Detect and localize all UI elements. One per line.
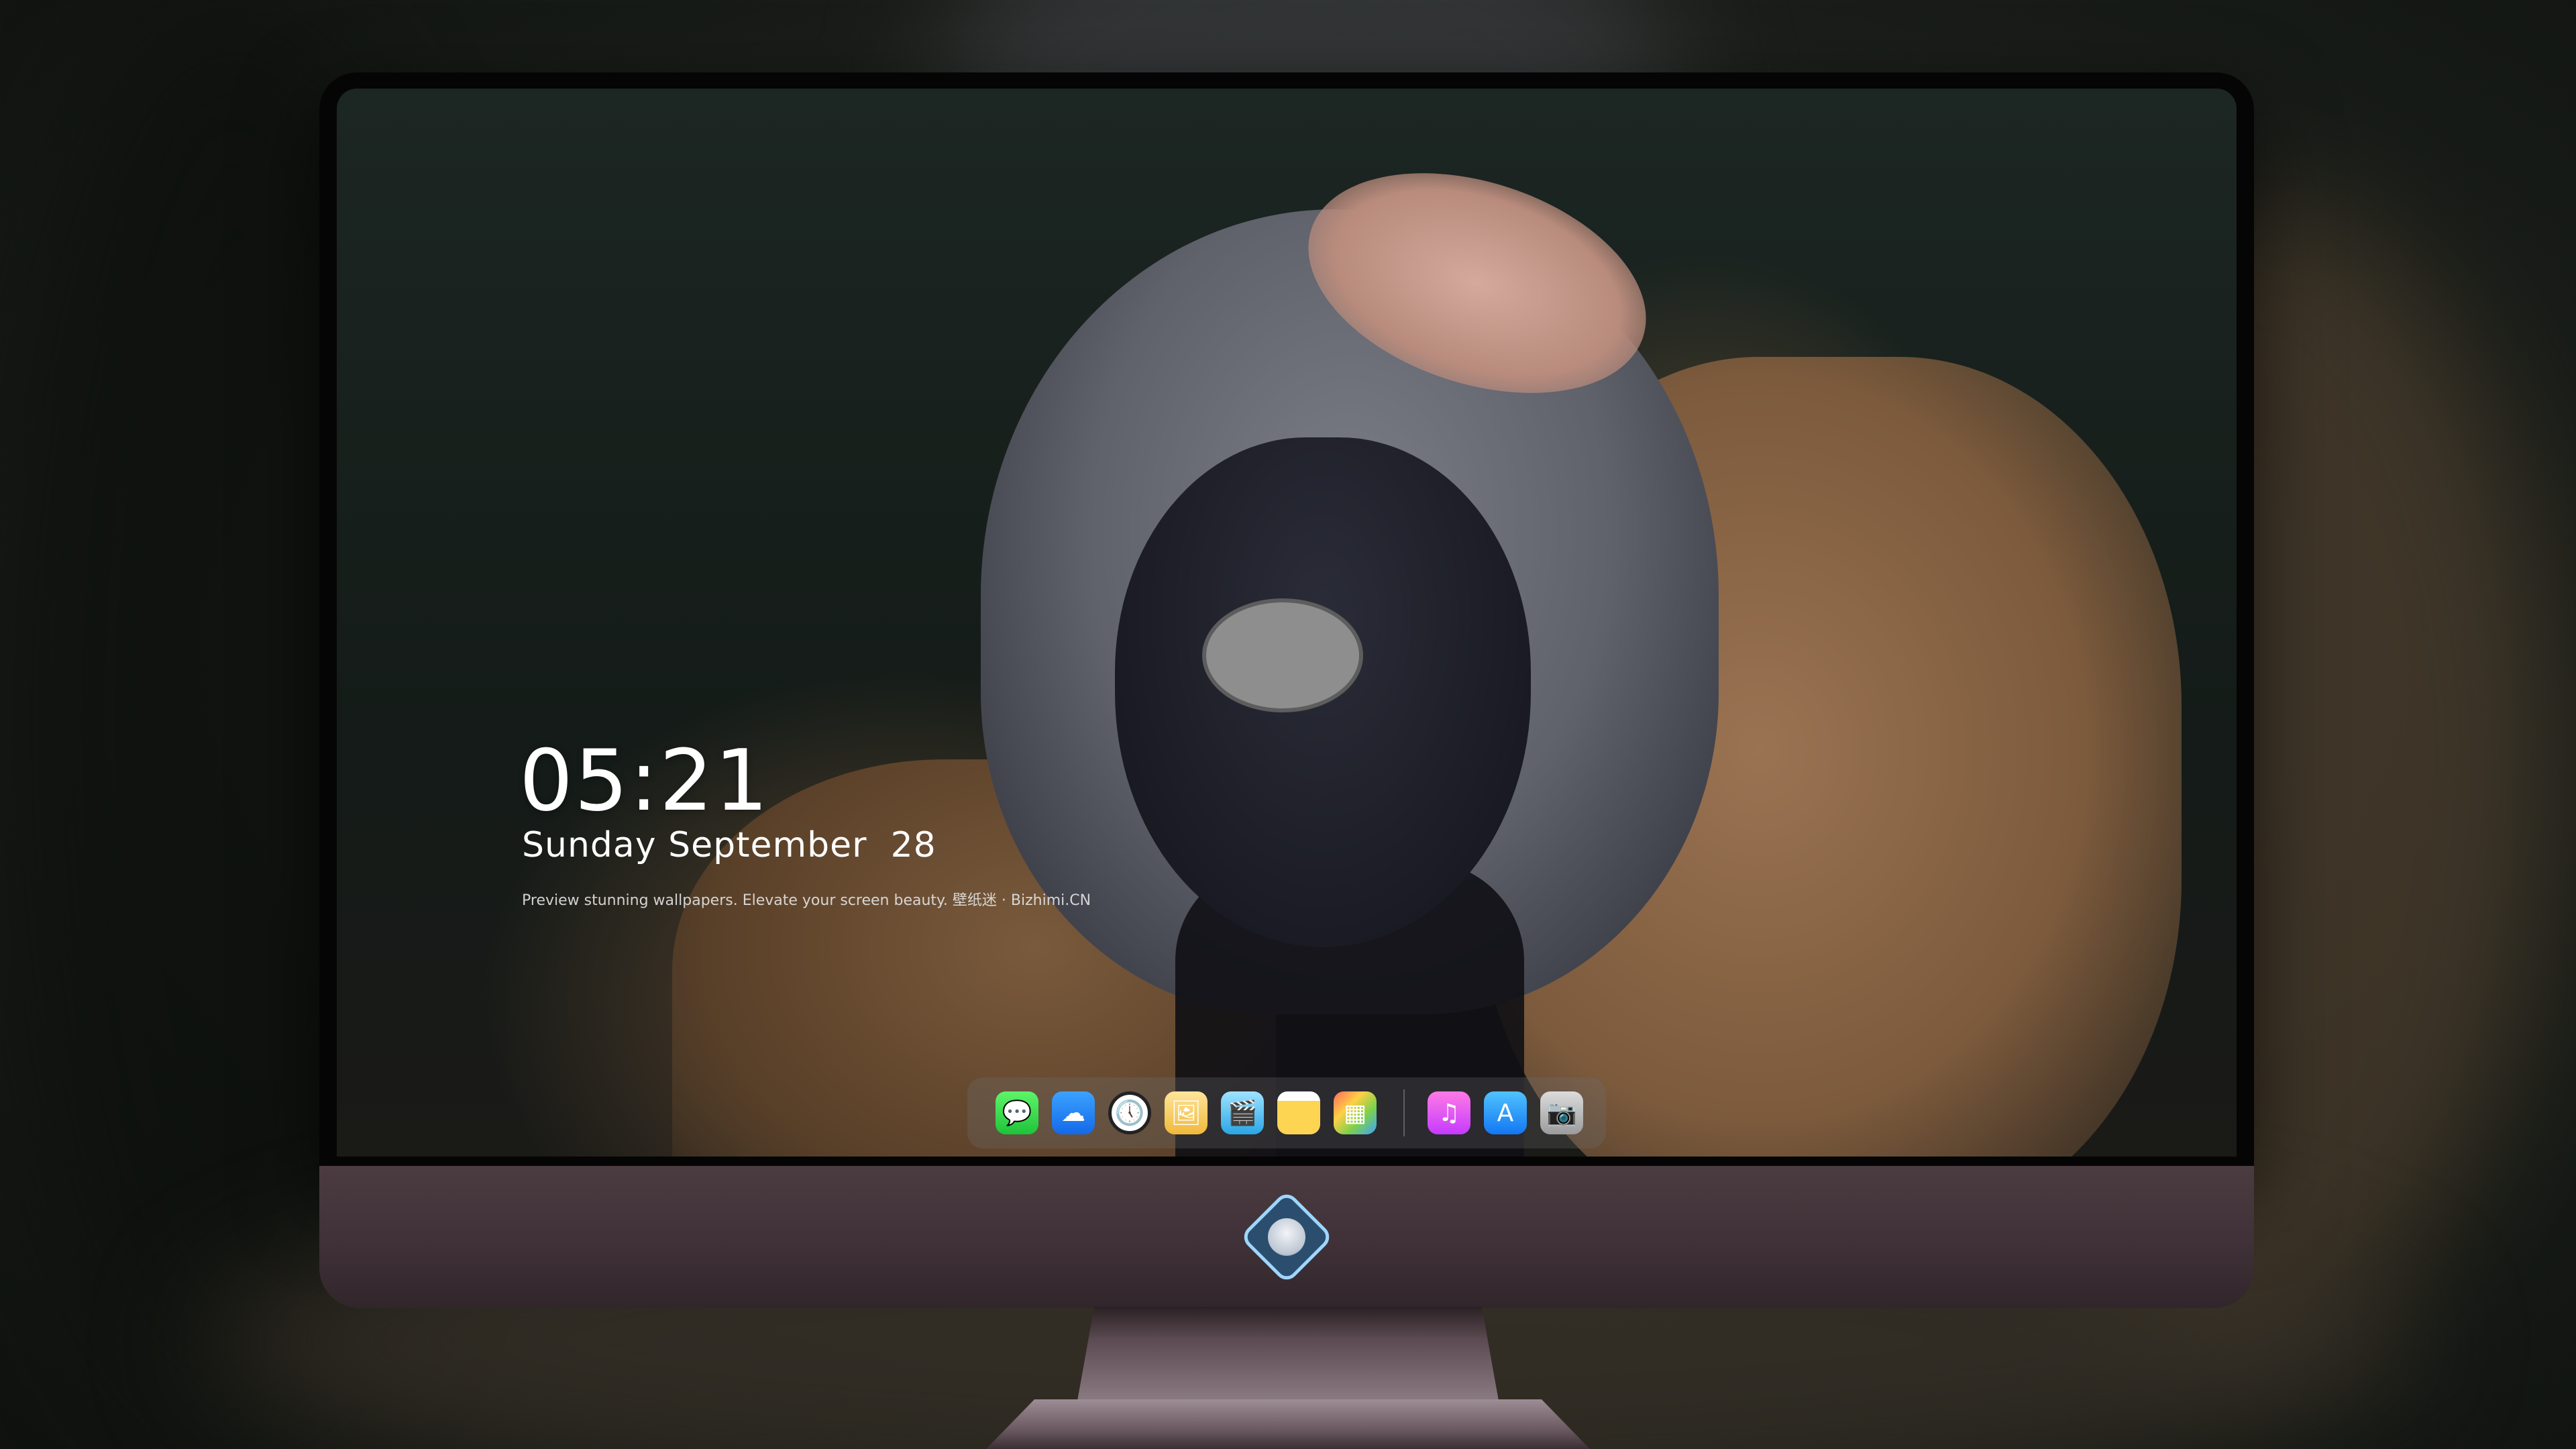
notes-icon[interactable]	[1277, 1091, 1320, 1134]
lockscreen-tagline: Preview stunning wallpapers. Elevate you…	[522, 892, 1091, 909]
app-store-icon[interactable]: A	[1484, 1091, 1527, 1134]
clips-icon[interactable]: 🎬	[1221, 1091, 1264, 1134]
monitor-chin	[319, 1166, 2254, 1308]
music-icon[interactable]: ♫	[1428, 1091, 1470, 1134]
monitor-stand-base	[986, 1399, 1590, 1449]
clock-icon[interactable]: 🕔	[1108, 1091, 1151, 1134]
weather-icon[interactable]: ☁	[1052, 1091, 1095, 1134]
screen: 05:21 Sunday September 28 Preview stunni…	[337, 89, 2237, 1157]
camera-icon[interactable]: 📷	[1540, 1091, 1583, 1134]
lockscreen-date: Sunday September 28	[522, 825, 936, 865]
monitor: 05:21 Sunday September 28 Preview stunni…	[319, 72, 2254, 1174]
wallpaper-cap-badge	[1202, 598, 1363, 712]
photos-icon[interactable]: ▦	[1334, 1091, 1377, 1134]
messages-icon[interactable]: 💬	[996, 1091, 1038, 1134]
preview-icon[interactable]: 🖼	[1165, 1091, 1208, 1134]
monitor-stand-neck	[1077, 1307, 1499, 1401]
dock-separator	[1403, 1089, 1405, 1136]
brand-logo-icon	[1239, 1189, 1334, 1285]
lockscreen-time: 05:21	[519, 731, 770, 830]
dock: 💬 ☁ 🕔 🖼 🎬 ▦ ♫ A 📷	[967, 1077, 1606, 1148]
mascot-face-icon	[1268, 1218, 1305, 1256]
